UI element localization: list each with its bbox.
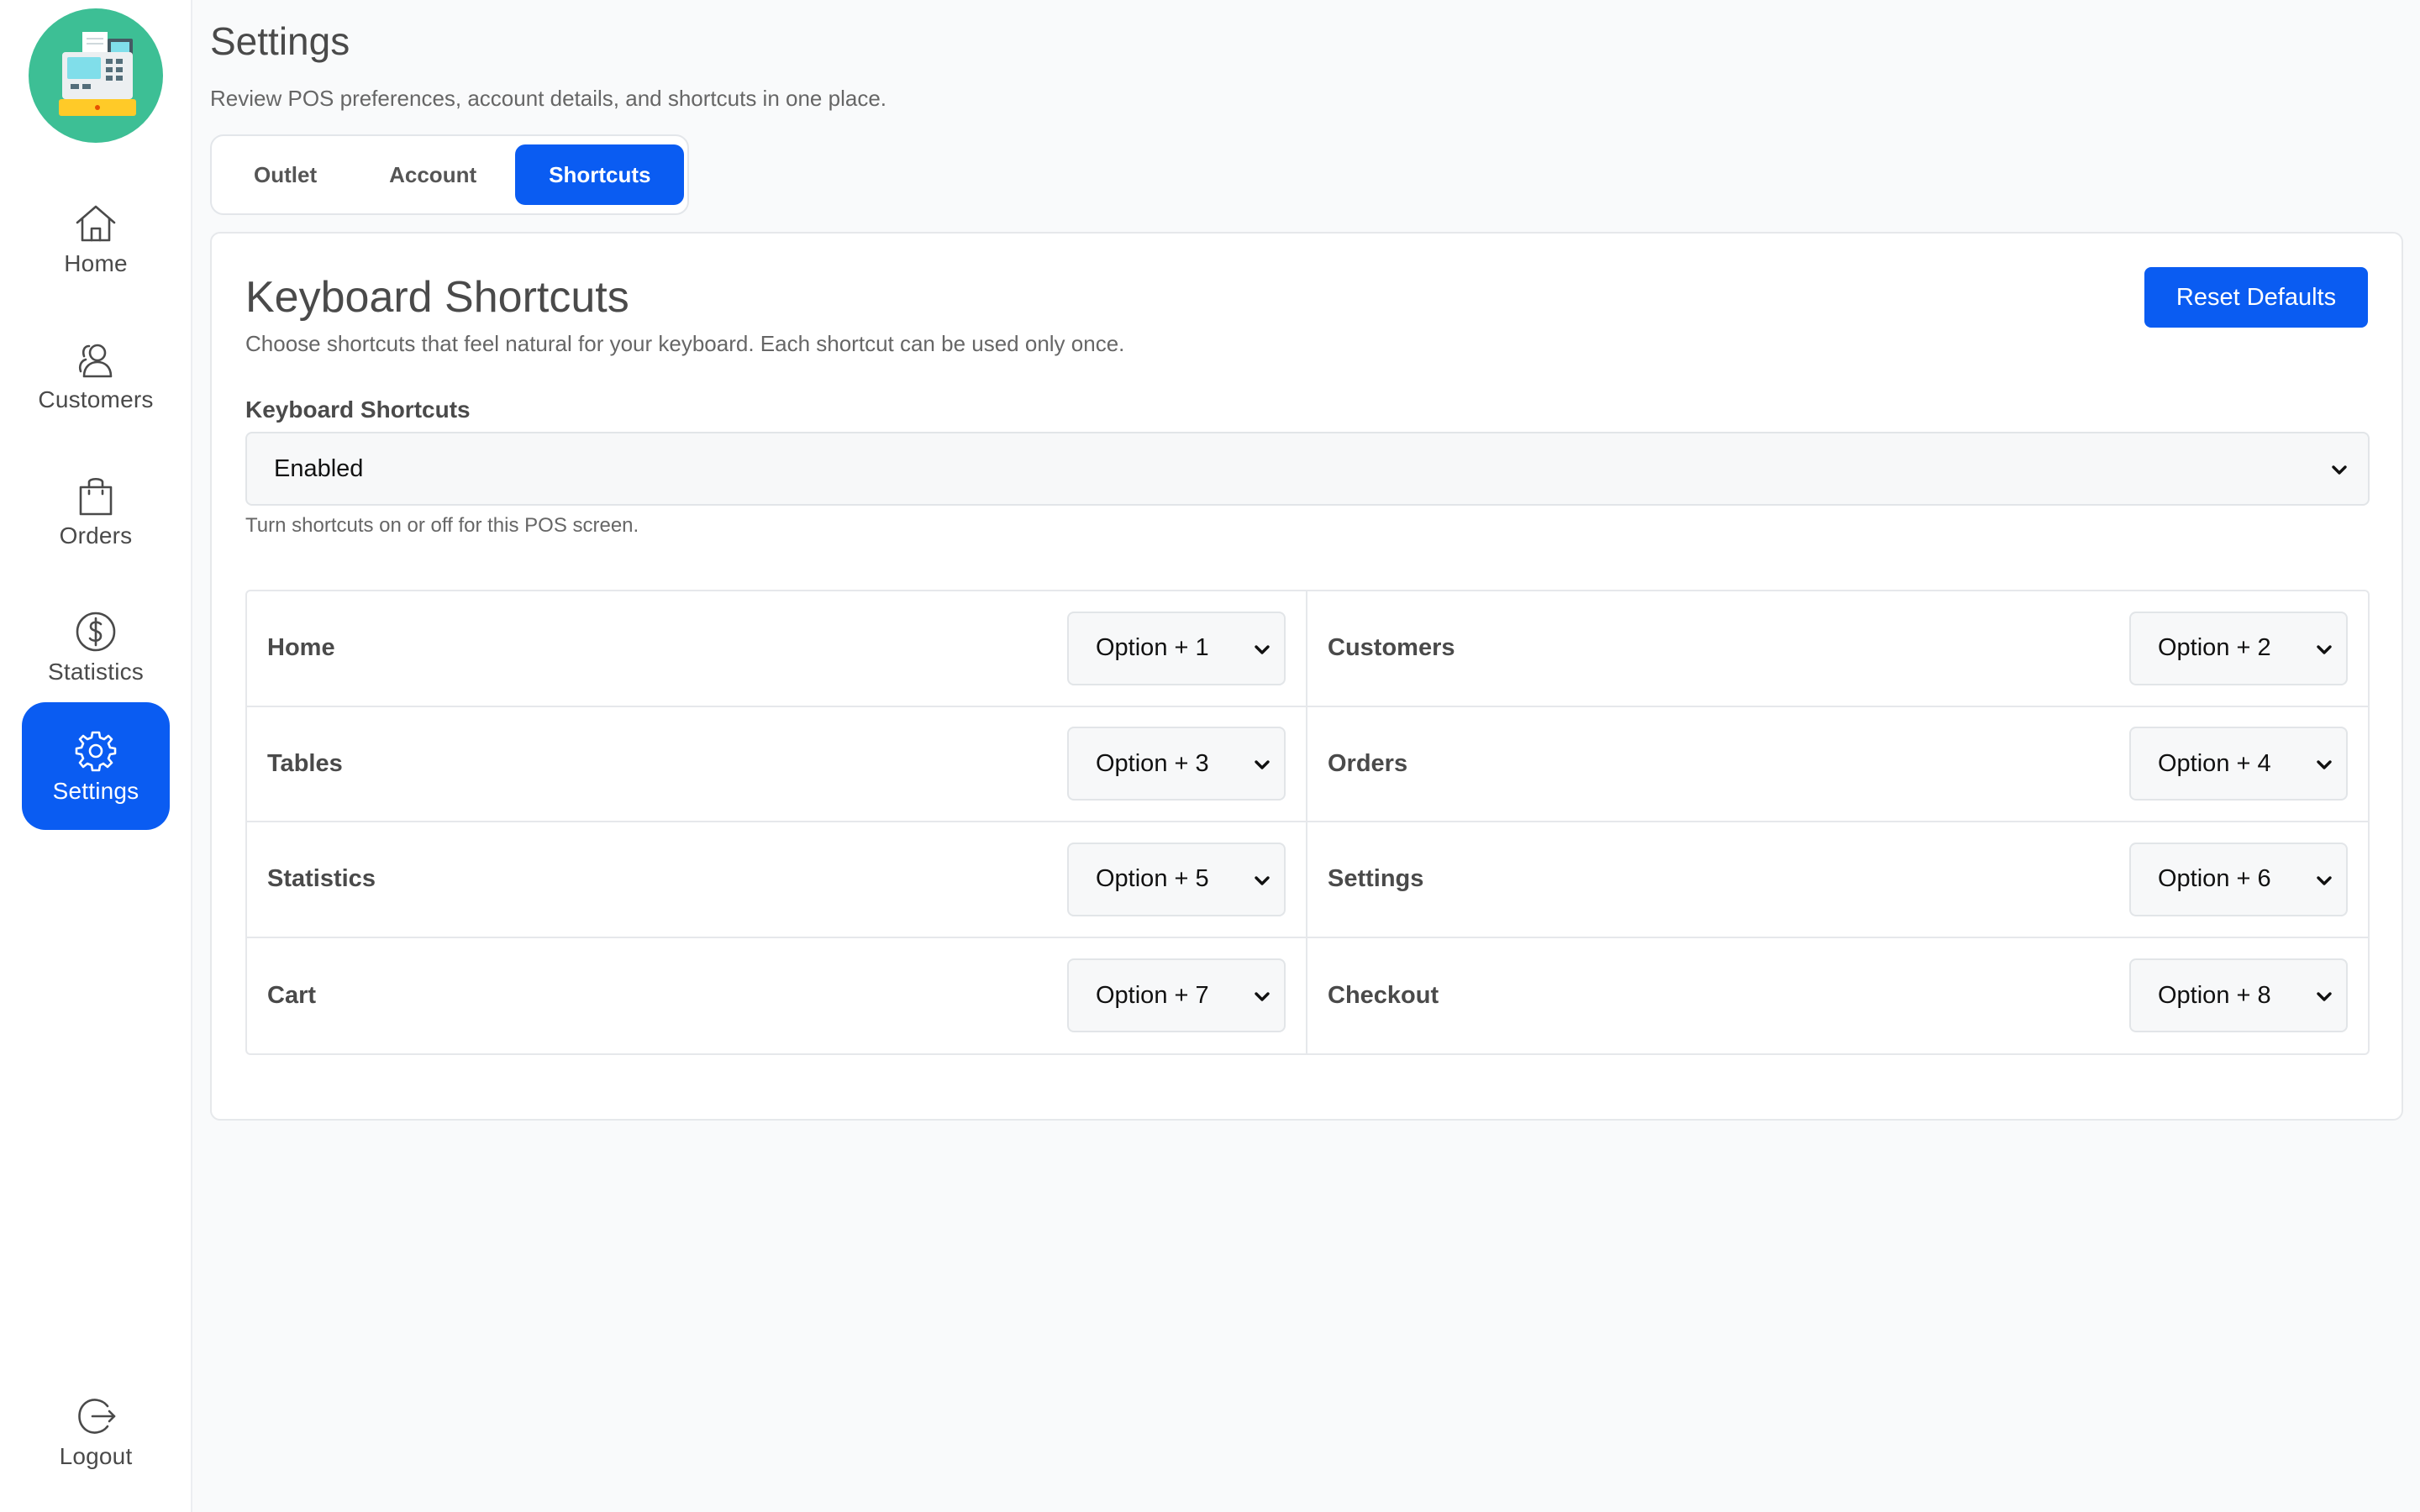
chevron-down-icon	[1252, 869, 1272, 890]
shortcut-label: Orders	[1328, 749, 1408, 777]
chevron-down-icon	[2314, 985, 2334, 1005]
cash-register-icon	[29, 8, 163, 143]
chevron-down-icon	[1252, 753, 1272, 774]
chevron-down-icon	[2314, 753, 2334, 774]
sidebar-item-label: Settings	[52, 778, 139, 804]
shortcut-label: Cart	[267, 981, 317, 1009]
shortcut-label: Checkout	[1328, 981, 1439, 1009]
sidebar-item-label: Home	[64, 250, 128, 276]
shortcut-row: Cart Option + 7	[247, 937, 1307, 1053]
shortcut-select[interactable]: Option + 4	[2129, 727, 2348, 801]
shortcut-label: Statistics	[267, 865, 376, 893]
shortcut-label: Tables	[267, 749, 343, 777]
sidebar-item-settings[interactable]: Settings	[22, 702, 170, 830]
shortcuts-toggle-label: Keyboard Shortcuts	[245, 396, 471, 423]
select-value: Option + 1	[1096, 634, 1209, 662]
shortcut-label: Home	[267, 634, 335, 662]
shortcut-select[interactable]: Option + 5	[1067, 842, 1286, 916]
shortcut-row: Statistics Option + 5	[247, 822, 1307, 938]
shortcut-row: Orders Option + 4	[1307, 707, 2368, 822]
logout-button[interactable]: Logout	[22, 1368, 170, 1495]
reset-defaults-button[interactable]: Reset Defaults	[2144, 267, 2368, 328]
select-value: Option + 7	[1096, 981, 1209, 1009]
shortcut-select[interactable]: Option + 8	[2129, 958, 2348, 1033]
tab-account[interactable]: Account	[355, 144, 510, 205]
chevron-down-icon	[1252, 985, 1272, 1005]
shortcuts-toggle-select[interactable]: Enabled	[245, 432, 2370, 506]
sidebar-item-customers[interactable]: Customers	[22, 311, 170, 438]
shortcuts-toggle-hint: Turn shortcuts on or off for this POS sc…	[245, 514, 639, 537]
shortcut-select[interactable]: Option + 1	[1067, 611, 1286, 685]
chevron-down-icon	[2314, 638, 2334, 659]
page-subtitle: Review POS preferences, account details,…	[210, 86, 886, 111]
shortcut-select[interactable]: Option + 2	[2129, 611, 2348, 685]
sidebar-item-home[interactable]: Home	[22, 175, 170, 302]
card-title: Keyboard Shortcuts	[245, 273, 629, 322]
shortcut-row: Customers Option + 2	[1307, 591, 2368, 707]
sidebar: Home Customers Orders Statistics Setting…	[0, 0, 192, 1512]
shortcut-label: Settings	[1328, 865, 1424, 893]
sidebar-item-statistics[interactable]: Statistics	[22, 583, 170, 711]
select-value: Option + 4	[2158, 749, 2271, 777]
tab-outlet[interactable]: Outlet	[220, 144, 350, 205]
shortcuts-grid: Home Option + 1 Customers Option + 2 Tab…	[245, 590, 2370, 1055]
shortcut-select[interactable]: Option + 7	[1067, 958, 1286, 1033]
tab-shortcuts[interactable]: Shortcuts	[515, 144, 685, 205]
shortcut-select[interactable]: Option + 3	[1067, 727, 1286, 801]
logout-label: Logout	[59, 1443, 133, 1469]
logout-icon	[72, 1393, 119, 1440]
sidebar-item-label: Statistics	[47, 659, 145, 685]
shortcut-label: Customers	[1328, 634, 1455, 662]
select-value: Option + 3	[1096, 749, 1209, 777]
shortcut-row: Home Option + 1	[247, 591, 1307, 707]
home-icon	[72, 200, 119, 247]
select-value: Option + 6	[2158, 865, 2271, 893]
shortcut-row: Tables Option + 3	[247, 706, 1307, 822]
chevron-down-icon	[1252, 638, 1272, 659]
select-value: Enabled	[274, 454, 364, 482]
chevron-down-icon	[2314, 869, 2334, 890]
shortcut-select[interactable]: Option + 6	[2129, 842, 2348, 916]
page-title: Settings	[210, 19, 350, 63]
shortcut-row: Settings Option + 6	[1307, 822, 2368, 938]
sidebar-item-orders[interactable]: Orders	[22, 447, 170, 575]
chevron-down-icon	[2329, 459, 2349, 479]
select-value: Option + 8	[2158, 981, 2271, 1009]
users-icon	[72, 336, 119, 383]
gear-icon	[72, 727, 119, 774]
shortcuts-card: Keyboard Shortcuts Choose shortcuts that…	[210, 232, 2403, 1121]
settings-tabs: Outlet Account Shortcuts	[210, 134, 689, 215]
shortcut-row: Checkout Option + 8	[1307, 938, 2368, 1054]
sidebar-item-label: Customers	[38, 386, 154, 412]
bag-icon	[72, 472, 119, 519]
select-value: Option + 2	[2158, 634, 2271, 662]
sidebar-item-label: Orders	[59, 522, 133, 549]
dollar-circle-icon	[72, 608, 119, 655]
select-value: Option + 5	[1096, 865, 1209, 893]
card-description: Choose shortcuts that feel natural for y…	[245, 331, 1125, 356]
